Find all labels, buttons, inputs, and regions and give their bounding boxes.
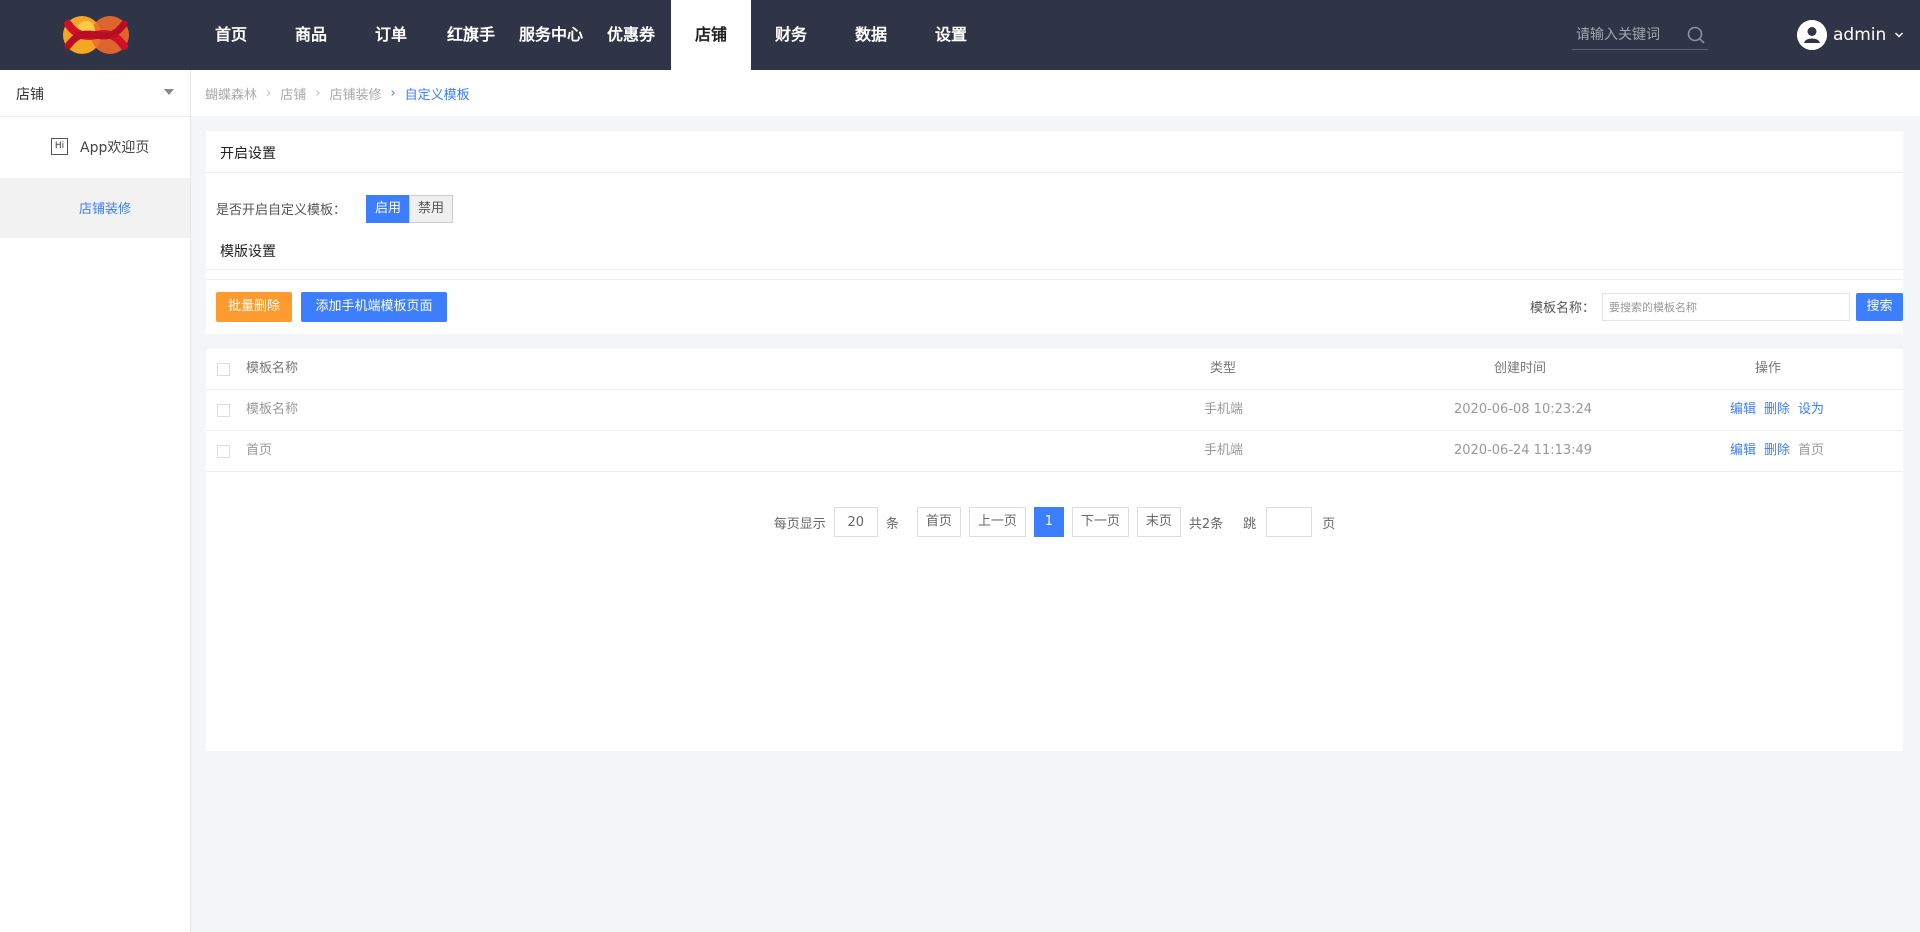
table-row: 模板名称 手机端 2020-06-08 10:23:24 编辑 删除 设为 — [206, 390, 1903, 431]
col-header-created: 创建时间 — [1494, 361, 1547, 376]
nav-finance[interactable]: 财务 — [751, 0, 831, 70]
edit-link[interactable]: 编辑 — [1730, 443, 1756, 458]
enable-template-toggle: 启用 禁用 — [366, 195, 453, 223]
sidebar: 店铺 Hi App欢迎页 店铺装修 — [0, 70, 191, 932]
nav-home[interactable]: 首页 — [191, 0, 271, 70]
breadcrumb-item[interactable]: 蝴蝶森林 — [205, 84, 257, 103]
set-as-homepage-link[interactable]: 设为 — [1798, 402, 1824, 417]
breadcrumb: 蝴蝶森林 › 店铺 › 店铺装修 › 自定义模板 — [191, 70, 1920, 116]
template-name-cell: 首页 — [246, 443, 273, 458]
avatar-icon — [1797, 20, 1827, 50]
user-name: admin — [1833, 25, 1887, 45]
search-icon[interactable] — [1686, 25, 1706, 45]
template-type-cell: 手机端 — [1204, 402, 1244, 417]
logo-icon[interactable] — [58, 12, 134, 58]
next-page-button[interactable]: 下一页 — [1071, 507, 1129, 537]
template-name-label: 模板名称： — [1530, 301, 1596, 316]
select-all-checkbox[interactable] — [217, 363, 230, 376]
jump-page-input[interactable] — [1266, 507, 1313, 537]
homepage-status-text: 首页 — [1798, 443, 1825, 458]
nav-products[interactable]: 商品 — [271, 0, 351, 70]
open-settings-title: 开启设置 — [220, 146, 276, 162]
nav-data[interactable]: 数据 — [831, 0, 911, 70]
col-header-type: 类型 — [1210, 361, 1237, 376]
created-time-cell: 2020-06-24 11:13:49 — [1454, 443, 1593, 458]
row-checkbox[interactable] — [217, 445, 230, 458]
sidebar-item-app-welcome[interactable]: Hi App欢迎页 — [0, 117, 190, 177]
breadcrumb-separator-icon: › — [266, 85, 272, 101]
delete-link[interactable]: 删除 — [1764, 443, 1790, 458]
header-search-input[interactable] — [1576, 24, 1684, 46]
sidebar-item-label: App欢迎页 — [80, 140, 150, 156]
template-name-cell: 模板名称 — [246, 402, 299, 417]
delete-link[interactable]: 删除 — [1764, 402, 1790, 417]
prev-page-button[interactable]: 上一页 — [968, 507, 1026, 537]
first-page-button[interactable]: 首页 — [916, 507, 961, 537]
header-search — [1572, 20, 1708, 50]
total-count: 共2条 — [1188, 516, 1224, 532]
divider — [206, 269, 1903, 270]
created-time-cell: 2020-06-08 10:23:24 — [1454, 402, 1593, 417]
main-nav: 首页 商品 订单 红旗手 服务中心 优惠券 店铺 财务 数据 设置 — [191, 0, 991, 70]
batch-delete-button[interactable]: 批量删除 — [216, 292, 292, 322]
breadcrumb-separator-icon: › — [390, 85, 396, 101]
divider — [206, 172, 1903, 173]
hi-icon: Hi — [51, 138, 68, 155]
divider — [206, 279, 1903, 280]
per-page-input[interactable] — [833, 507, 878, 537]
breadcrumb-separator-icon: › — [315, 85, 321, 101]
nav-service-center[interactable]: 服务中心 — [511, 0, 591, 70]
sidebar-module-select[interactable]: 店铺 — [0, 70, 190, 117]
template-type-cell: 手机端 — [1204, 443, 1244, 458]
template-search-input[interactable] — [1602, 293, 1850, 321]
enable-off-button[interactable]: 禁用 — [409, 195, 453, 223]
col-header-name: 模板名称 — [246, 361, 299, 376]
top-navbar: 首页 商品 订单 红旗手 服务中心 优惠券 店铺 财务 数据 设置 admin — [0, 0, 1920, 70]
current-page-button[interactable]: 1 — [1033, 507, 1064, 537]
col-header-actions: 操作 — [1755, 361, 1782, 376]
nav-orders[interactable]: 订单 — [351, 0, 431, 70]
nav-settings[interactable]: 设置 — [911, 0, 991, 70]
table-header-row: 模板名称 类型 创建时间 操作 — [206, 349, 1903, 390]
row-checkbox[interactable] — [217, 404, 230, 417]
user-menu[interactable]: admin — [1797, 20, 1904, 50]
nav-coupons[interactable]: 优惠券 — [591, 0, 671, 70]
section-gap — [206, 334, 1903, 349]
sidebar-item-store-decoration[interactable]: 店铺装修 — [0, 178, 190, 238]
sidebar-item-label: 店铺装修 — [78, 202, 131, 217]
table-row: 首页 手机端 2020-06-24 11:13:49 编辑 删除 首页 — [206, 431, 1903, 472]
chevron-down-icon — [1895, 32, 1904, 38]
per-page-unit: 条 — [885, 516, 899, 532]
search-button[interactable]: 搜索 — [1856, 293, 1903, 321]
pagination: 每页显示 条 首页 上一页 1 下一页 末页 共2条 跳 页 — [206, 506, 1903, 538]
actions-cell: 编辑 删除 首页 — [1730, 431, 1824, 472]
breadcrumb-item[interactable]: 店铺 — [280, 84, 306, 103]
main-panel: 开启设置 是否开启自定义模板： 启用 禁用 模版设置 批量删除 添加手机端模板页… — [206, 131, 1903, 751]
enable-on-button[interactable]: 启用 — [366, 195, 410, 223]
actions-cell: 编辑 删除 设为 — [1730, 390, 1832, 431]
page-unit: 页 — [1322, 516, 1336, 532]
jump-label: 跳 — [1243, 516, 1257, 532]
enable-template-label: 是否开启自定义模板： — [216, 203, 347, 218]
add-mobile-template-button[interactable]: 添加手机端模板页面 — [301, 292, 447, 322]
nav-flag-bearer[interactable]: 红旗手 — [431, 0, 511, 70]
sidebar-select-label: 店铺 — [16, 87, 44, 103]
last-page-button[interactable]: 末页 — [1136, 507, 1181, 537]
edit-link[interactable]: 编辑 — [1730, 402, 1756, 417]
caret-down-icon — [164, 89, 174, 95]
breadcrumb-item[interactable]: 店铺装修 — [329, 84, 381, 103]
per-page-label: 每页显示 — [773, 516, 826, 532]
template-settings-title: 模版设置 — [220, 244, 276, 260]
nav-store[interactable]: 店铺 — [671, 0, 751, 70]
breadcrumb-current: 自定义模板 — [404, 87, 470, 103]
